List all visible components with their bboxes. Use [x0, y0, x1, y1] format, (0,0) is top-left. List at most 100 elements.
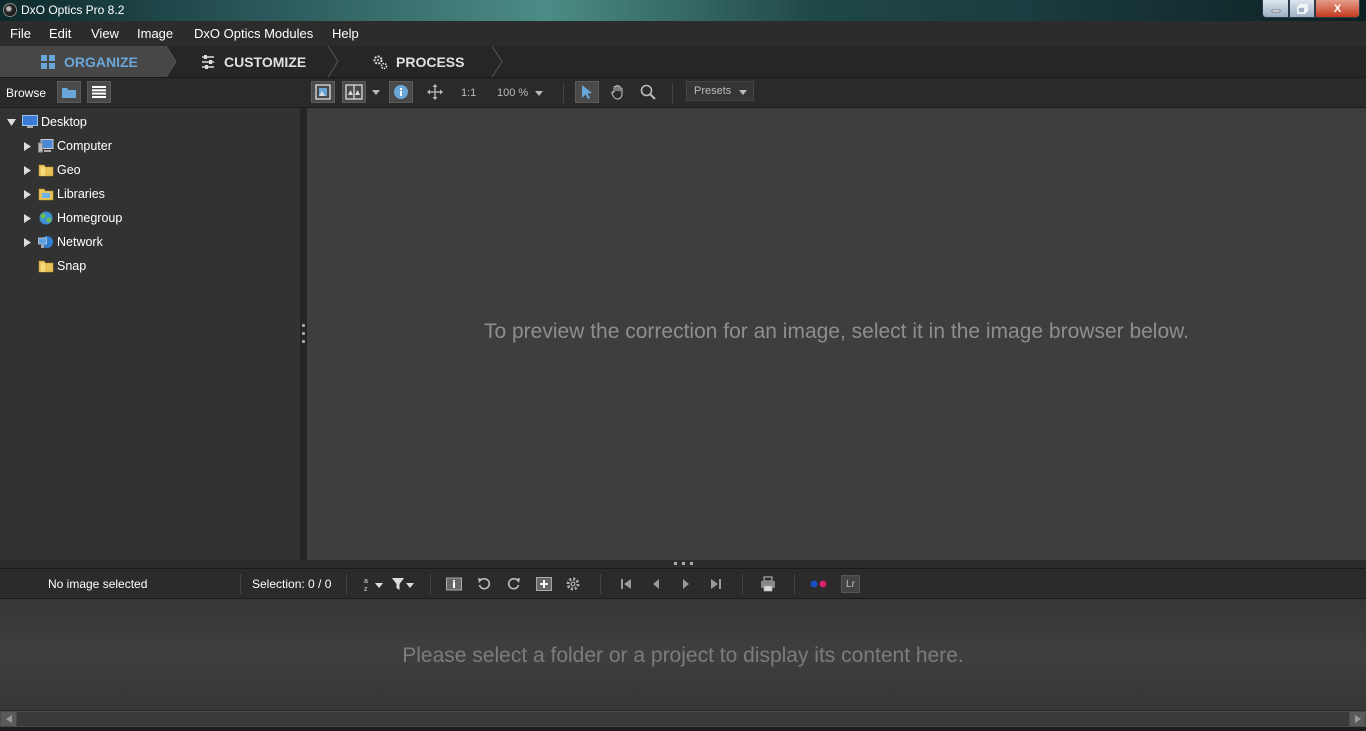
skip-last-icon [711, 579, 721, 589]
separator [600, 574, 601, 594]
tree-item-libraries[interactable]: Libraries [21, 184, 105, 204]
folder-icon [62, 87, 76, 98]
image-frame-icon [315, 84, 331, 100]
tab-organize[interactable]: ORGANIZE [0, 46, 166, 77]
browser-splitter[interactable] [0, 560, 1366, 568]
network-icon [38, 236, 53, 248]
scroll-right-button[interactable] [1350, 712, 1365, 726]
desktop-icon [22, 115, 38, 128]
tab-customize[interactable]: CUSTOMIZE [180, 46, 330, 77]
folder-view-button[interactable] [57, 81, 81, 103]
menu-dxo-optics-modules[interactable]: DxO Optics Modules [194, 26, 313, 41]
hand-tool-button[interactable] [606, 81, 630, 103]
info-button[interactable] [389, 81, 413, 103]
image-browser: Please select a folder or a project to d… [0, 599, 1366, 710]
tree-item-homegroup[interactable]: Homegroup [21, 208, 122, 228]
printer-icon [761, 576, 775, 592]
fit-button[interactable] [423, 81, 447, 103]
menu-view[interactable]: View [91, 26, 119, 41]
menu-help[interactable]: Help [332, 26, 359, 41]
separator [563, 83, 564, 103]
presets-dropdown[interactable]: Presets [686, 81, 754, 101]
menu-image[interactable]: Image [137, 26, 173, 41]
gear-icon [566, 577, 580, 591]
horizontal-scrollbar[interactable] [0, 710, 1366, 727]
menu-file[interactable]: File [10, 26, 31, 41]
window-title: DxO Optics Pro 8.2 [21, 3, 125, 17]
browse-label: Browse [6, 86, 47, 100]
browser-toolbar: No image selected Selection: 0 / 0 az Lr [0, 568, 1366, 599]
separator [672, 83, 673, 103]
tab-customize-label: CUSTOMIZE [224, 53, 307, 70]
zoom-1to1-button[interactable]: 1:1 [461, 87, 476, 99]
grid-icon [41, 54, 55, 69]
previous-icon [653, 579, 659, 589]
tree-item-network[interactable]: Network [21, 232, 103, 252]
separator [742, 574, 743, 594]
restore-button[interactable] [1289, 0, 1315, 18]
user-folder-icon [38, 164, 54, 177]
presets-label: Presets [694, 85, 732, 97]
restore-icon [1296, 3, 1308, 14]
tree-item-snap[interactable]: Snap [21, 256, 86, 276]
close-button[interactable]: X [1315, 0, 1360, 18]
minimize-button[interactable] [1262, 0, 1289, 18]
title-bar: DxO Optics Pro 8.2 X [0, 0, 1366, 21]
tab-process[interactable]: PROCESS [350, 46, 500, 77]
settings-button[interactable] [563, 574, 583, 594]
separator [794, 574, 795, 594]
flickr-export-button[interactable] [809, 574, 829, 594]
sort-button[interactable]: az [361, 574, 385, 594]
skip-first-icon [621, 579, 631, 589]
zoom-dropdown-icon[interactable] [535, 91, 543, 96]
sliders-icon [202, 54, 214, 69]
scroll-left-button[interactable] [1, 712, 16, 726]
expand-arrow-icon[interactable] [5, 118, 17, 126]
print-button[interactable] [758, 574, 778, 594]
panel-splitter[interactable] [300, 108, 307, 560]
tree-item-desktop[interactable]: Desktop [5, 112, 87, 132]
next-image-button[interactable] [676, 574, 696, 594]
chevron-right-icon [1354, 715, 1361, 723]
expand-arrow-icon[interactable] [21, 213, 33, 223]
tree-item-label: Desktop [41, 115, 87, 129]
list-icon [92, 86, 106, 98]
compare-dropdown-button[interactable] [369, 81, 383, 103]
list-view-button[interactable] [87, 81, 111, 103]
filter-button[interactable] [390, 574, 416, 594]
scroll-track[interactable] [17, 712, 1349, 726]
zoom-tool-button[interactable] [636, 81, 660, 103]
lightroom-label: Lr [846, 578, 855, 590]
app-logo-icon [3, 3, 17, 17]
flickr-icon [810, 580, 827, 588]
rotate-left-button[interactable] [474, 574, 494, 594]
add-virtual-copy-button[interactable] [534, 574, 554, 594]
expand-arrow-icon[interactable] [21, 189, 33, 199]
select-tool-button[interactable] [575, 81, 599, 103]
tree-item-geo[interactable]: Geo [21, 160, 81, 180]
zoom-value[interactable]: 100 % [497, 87, 528, 99]
expand-arrow-icon[interactable] [21, 165, 33, 175]
previous-image-button[interactable] [646, 574, 666, 594]
expand-arrow-icon[interactable] [21, 141, 33, 151]
last-image-button[interactable] [706, 574, 726, 594]
tree-item-label: Snap [57, 259, 87, 273]
compare-view-button[interactable] [342, 81, 366, 103]
add-icon [536, 577, 552, 591]
menu-edit[interactable]: Edit [49, 26, 71, 41]
filter-icon [392, 578, 414, 590]
first-image-button[interactable] [616, 574, 636, 594]
tree-item-computer[interactable]: Computer [21, 136, 112, 156]
gears-icon [373, 55, 388, 69]
tab-process-label: PROCESS [396, 53, 465, 70]
rotate-right-icon [507, 577, 520, 590]
folder-tree-panel: Desktop Computer Geo Libraries Homegroup… [0, 108, 300, 560]
workflow-tabs: ORGANIZE CUSTOMIZE PROCESS [0, 46, 1366, 78]
single-view-button[interactable] [311, 81, 335, 103]
lightroom-export-button[interactable]: Lr [841, 575, 860, 593]
tab-organize-label: ORGANIZE [64, 53, 138, 70]
expand-arrow-icon[interactable] [21, 237, 33, 247]
image-info-button[interactable] [444, 574, 464, 594]
minimize-icon [1271, 9, 1280, 12]
rotate-right-button[interactable] [504, 574, 524, 594]
